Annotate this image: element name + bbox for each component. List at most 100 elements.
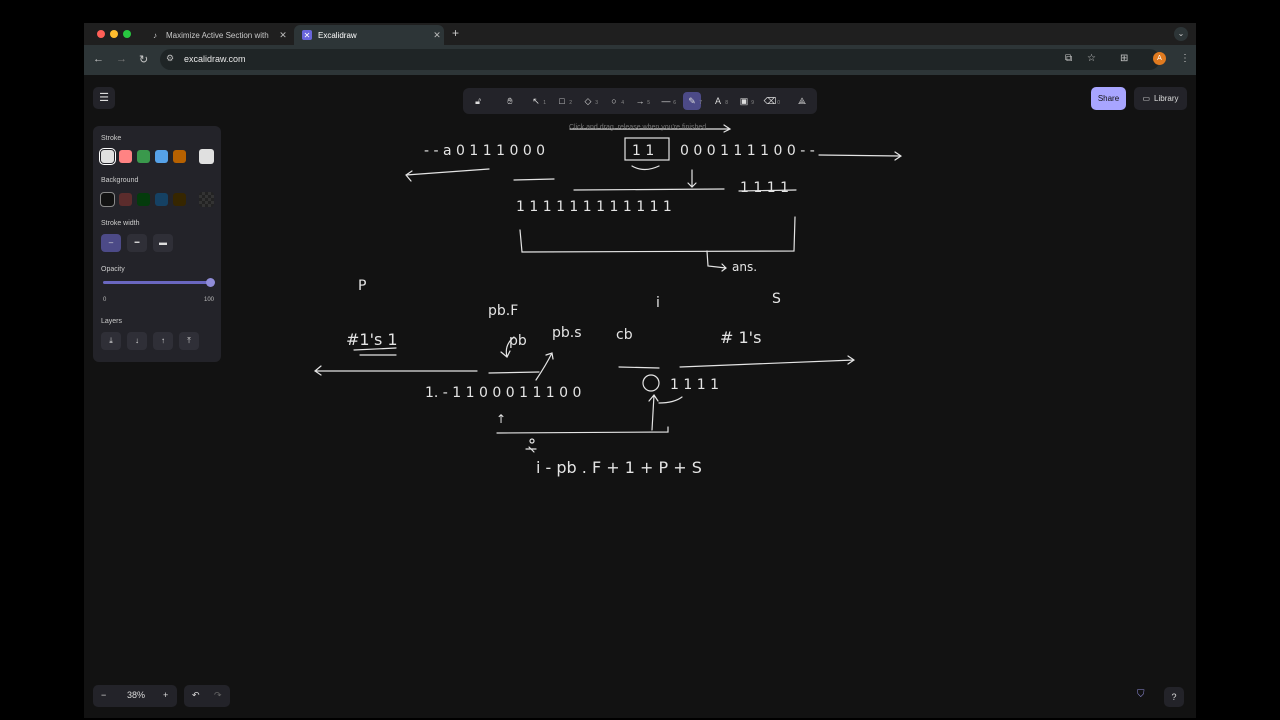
image-tool-icon[interactable]: ▣ 9 [735, 92, 754, 110]
maximize-window-button[interactable] [123, 30, 131, 38]
reload-icon[interactable]: ↻ [139, 53, 148, 66]
forward-arrow-icon[interactable]: → [116, 53, 127, 65]
library-book-icon: ▭ [1142, 94, 1151, 103]
diamond-tool-icon[interactable]: ◇ 3 [579, 92, 598, 110]
send-to-back-icon[interactable]: ⤓ [101, 332, 121, 350]
bring-forward-icon[interactable]: ↑ [153, 332, 173, 350]
address-bar[interactable]: ⚙ excalidraw.com [160, 49, 1160, 70]
excalidraw-canvas[interactable]: - - a 0 1 1 1 0 0 0 1 1 0 0 0 1 1 1 1 0 … [84, 75, 1196, 718]
ans-text: ans. [732, 260, 757, 274]
send-backward-icon[interactable]: ↓ [127, 332, 147, 350]
zoom-out-icon[interactable]: − [101, 690, 106, 700]
back-arrow-icon[interactable]: ← [93, 53, 104, 65]
more-tools-icon[interactable]: ⟁ [793, 92, 811, 110]
stroke-swatch-blue[interactable] [155, 150, 168, 163]
arrow-up-mark: ↑ [496, 412, 506, 426]
ones-right-label: # 1's [720, 328, 761, 347]
extensions-puzzle-icon[interactable]: ⊞ [1120, 53, 1128, 64]
stroke-width-thin[interactable]: – [101, 234, 121, 252]
pb-f-label: pb.F [488, 303, 518, 319]
i-label: i [656, 295, 660, 311]
opacity-slider-thumb[interactable] [206, 278, 215, 287]
excalidraw-favicon-icon: ✕ [302, 30, 312, 40]
browser-window: ♪ Maximize Active Section with ✕ ✕ Excal… [84, 23, 1196, 718]
tab-favicon-icon: ♪ [153, 30, 157, 40]
stroke-label: Stroke [101, 135, 122, 142]
rectangle-tool-icon[interactable]: □ 2 [553, 92, 572, 110]
bookmark-star-icon[interactable]: ☆ [1087, 53, 1096, 64]
zoom-in-icon[interactable]: + [163, 690, 168, 700]
help-icon[interactable]: ? [1164, 687, 1184, 707]
hand-icon[interactable]: ✋︎ [501, 92, 519, 110]
text-tool-icon[interactable]: A8 [709, 92, 728, 110]
background-swatch-brown[interactable] [173, 193, 186, 206]
zoom-level[interactable]: 38% [127, 690, 145, 700]
browser-menu-icon[interactable]: ⋮ [1180, 53, 1190, 64]
tab-title: Excalidraw [318, 30, 357, 40]
tab-title: Maximize Active Section with [166, 30, 269, 40]
site-info-icon[interactable]: ⚙ [166, 53, 174, 64]
redo-icon[interactable]: ↷ [214, 690, 222, 701]
new-tab-button[interactable]: + [452, 26, 459, 40]
stroke-swatch-green[interactable] [137, 150, 150, 163]
sketch-drawing: - - a 0 1 1 1 0 0 0 1 1 0 0 0 1 1 1 1 0 … [313, 124, 903, 477]
eraser-tool-icon[interactable]: ⌫ 0 [761, 92, 780, 110]
stroke-swatch-red[interactable] [119, 150, 132, 163]
stroke-width-bold[interactable]: ━ [127, 234, 147, 252]
bracket [519, 216, 796, 253]
right-arrow [818, 151, 903, 161]
opacity-slider[interactable] [103, 281, 213, 284]
row3-right-text: 1 1 1 1 [670, 377, 719, 393]
close-tab-icon[interactable]: ✕ [276, 30, 290, 41]
pb-label: pb [509, 333, 527, 349]
minimize-window-button[interactable] [110, 30, 118, 38]
arrow-tool-icon[interactable]: → 5 [631, 92, 651, 110]
main-menu-icon[interactable]: ☰ [93, 87, 115, 109]
tool-hint: Click and drag, release when you're fini… [569, 124, 707, 131]
tab-inactive[interactable]: ♪ Maximize Active Section with ✕ [142, 25, 290, 45]
close-window-button[interactable] [97, 30, 105, 38]
cb-label: cb [616, 327, 633, 343]
opacity-max: 100 [204, 297, 215, 303]
formula-text: i - pb . F + 1 + P + S [536, 458, 702, 477]
browser-toolbar: ← → ↻ ⚙ excalidraw.com ⧉ ☆ ⊞ A ⋮ [84, 45, 1196, 75]
profile-avatar[interactable]: A [1153, 52, 1166, 65]
ellipse-tool-icon[interactable]: ○ 4 [605, 92, 624, 110]
stroke-swatch-white[interactable] [99, 148, 116, 165]
background-label: Background [101, 177, 139, 184]
properties-panel: Stroke Background Stroke width – ━ ▬ Opa… [93, 126, 221, 362]
background-swatch-red[interactable] [119, 193, 132, 206]
circled-zero [642, 374, 660, 392]
stroke-current-color[interactable] [199, 149, 214, 164]
undo-icon[interactable]: ↶ [192, 690, 200, 701]
pb-s-label: pb.s [552, 325, 582, 341]
line-tool-icon[interactable]: —6 [657, 92, 677, 110]
library-button[interactable]: ▭ Library [1134, 87, 1187, 110]
tab-active[interactable]: ✕ Excalidraw ✕ [294, 25, 444, 45]
background-swatch-transparent[interactable] [100, 192, 115, 207]
ones-left-label: #1's 1 [346, 330, 398, 349]
bring-to-front-icon[interactable]: ⤒ [179, 332, 199, 350]
background-swatch-green[interactable] [137, 193, 150, 206]
share-button[interactable]: Share [1091, 87, 1126, 110]
s-label: S [772, 291, 781, 307]
install-app-icon[interactable]: ⧉ [1065, 53, 1072, 64]
row2-right-text: 1 1 1 1 [740, 180, 789, 196]
zoom-controls: − 38% + [93, 685, 177, 707]
tab-search-chevron-icon[interactable]: ⌄ [1174, 27, 1188, 41]
selection-tool-icon[interactable]: ↖ 1 [527, 92, 546, 110]
stroke-width-extra-bold[interactable]: ▬ [153, 234, 173, 252]
encryption-shield-icon[interactable]: ⛉ [1137, 689, 1145, 700]
pencil-tool-icon[interactable]: ✎ 7 [683, 92, 702, 110]
background-swatch-blue[interactable] [155, 193, 168, 206]
left-arrow [405, 168, 490, 182]
stroke-swatch-orange[interactable] [173, 150, 186, 163]
opacity-min: 0 [103, 297, 107, 303]
row3-text: 1. - 1 1 0 0 0 1 1 1 0 0 [425, 385, 581, 401]
close-tab-icon[interactable]: ✕ [430, 30, 444, 41]
excalidraw-toolbar: 🔓︎ ✋︎ ↖ 1 □ 2 ◇ 3 ○ 4 → 5 —6 ✎ 7 A8 ▣ 9 ⌫ 0 ⟁ [463, 88, 817, 114]
background-current-color[interactable] [199, 192, 214, 207]
row2-text: 1 1 1 1 1 1 1 1 1 1 1 1 [516, 199, 672, 215]
lock-icon[interactable]: 🔓︎ [469, 92, 487, 110]
tab-strip: ♪ Maximize Active Section with ✕ ✕ Excal… [84, 23, 1196, 45]
